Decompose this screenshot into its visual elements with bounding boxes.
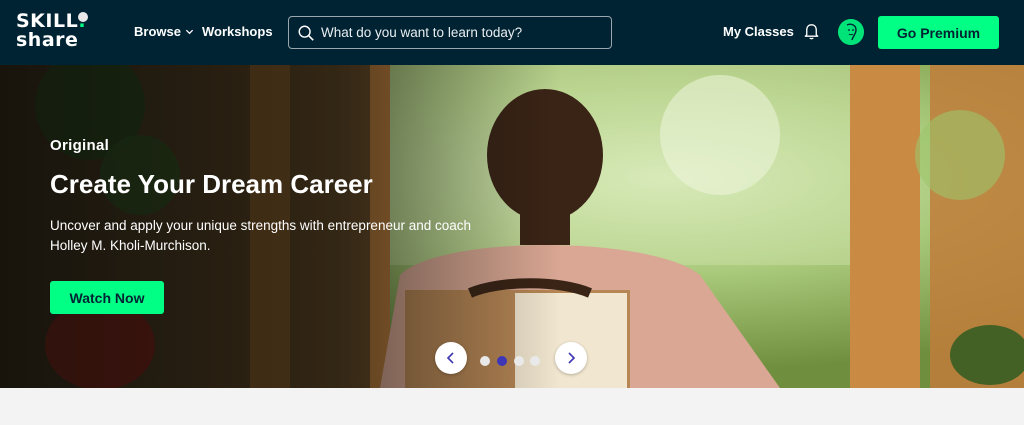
search-input[interactable] <box>321 18 606 47</box>
hero-banner: Original Create Your Dream Career Uncove… <box>0 65 1024 388</box>
bell-icon[interactable] <box>802 21 821 41</box>
watch-now-button[interactable]: Watch Now <box>50 281 164 314</box>
carousel-prev-button[interactable] <box>435 342 467 374</box>
hero-subtitle: Uncover and apply your unique strengths … <box>50 218 472 253</box>
avatar-illustration-icon <box>838 19 864 45</box>
carousel-next-button[interactable] <box>555 342 587 374</box>
top-navbar: SKILL share. Browse Workshops My Classes… <box>0 0 1024 65</box>
avatar[interactable] <box>838 19 864 45</box>
carousel-dot-1[interactable] <box>480 356 490 366</box>
search-icon <box>298 25 314 41</box>
workshops-label: Workshops <box>202 24 273 39</box>
content-area <box>0 388 1024 425</box>
carousel-indicators <box>480 356 542 366</box>
go-premium-button[interactable]: Go Premium <box>878 16 999 49</box>
browse-label: Browse <box>134 24 181 39</box>
logo-line-2: share <box>16 29 79 51</box>
search-box[interactable] <box>288 16 612 49</box>
chevron-left-icon <box>446 352 454 364</box>
carousel-dot-4[interactable] <box>530 356 540 366</box>
skillshare-logo[interactable]: SKILL share. <box>16 12 106 54</box>
original-badge: Original <box>50 137 110 154</box>
chevron-right-icon <box>568 352 576 364</box>
browse-menu[interactable]: Browse <box>134 24 194 39</box>
hero-title: Create Your Dream Career <box>50 169 373 199</box>
chevron-down-icon <box>185 29 194 35</box>
carousel-dot-2[interactable] <box>497 356 507 366</box>
workshops-link[interactable]: Workshops <box>202 24 273 39</box>
carousel-dot-3[interactable] <box>514 356 524 366</box>
my-classes-link[interactable]: My Classes <box>723 24 794 39</box>
